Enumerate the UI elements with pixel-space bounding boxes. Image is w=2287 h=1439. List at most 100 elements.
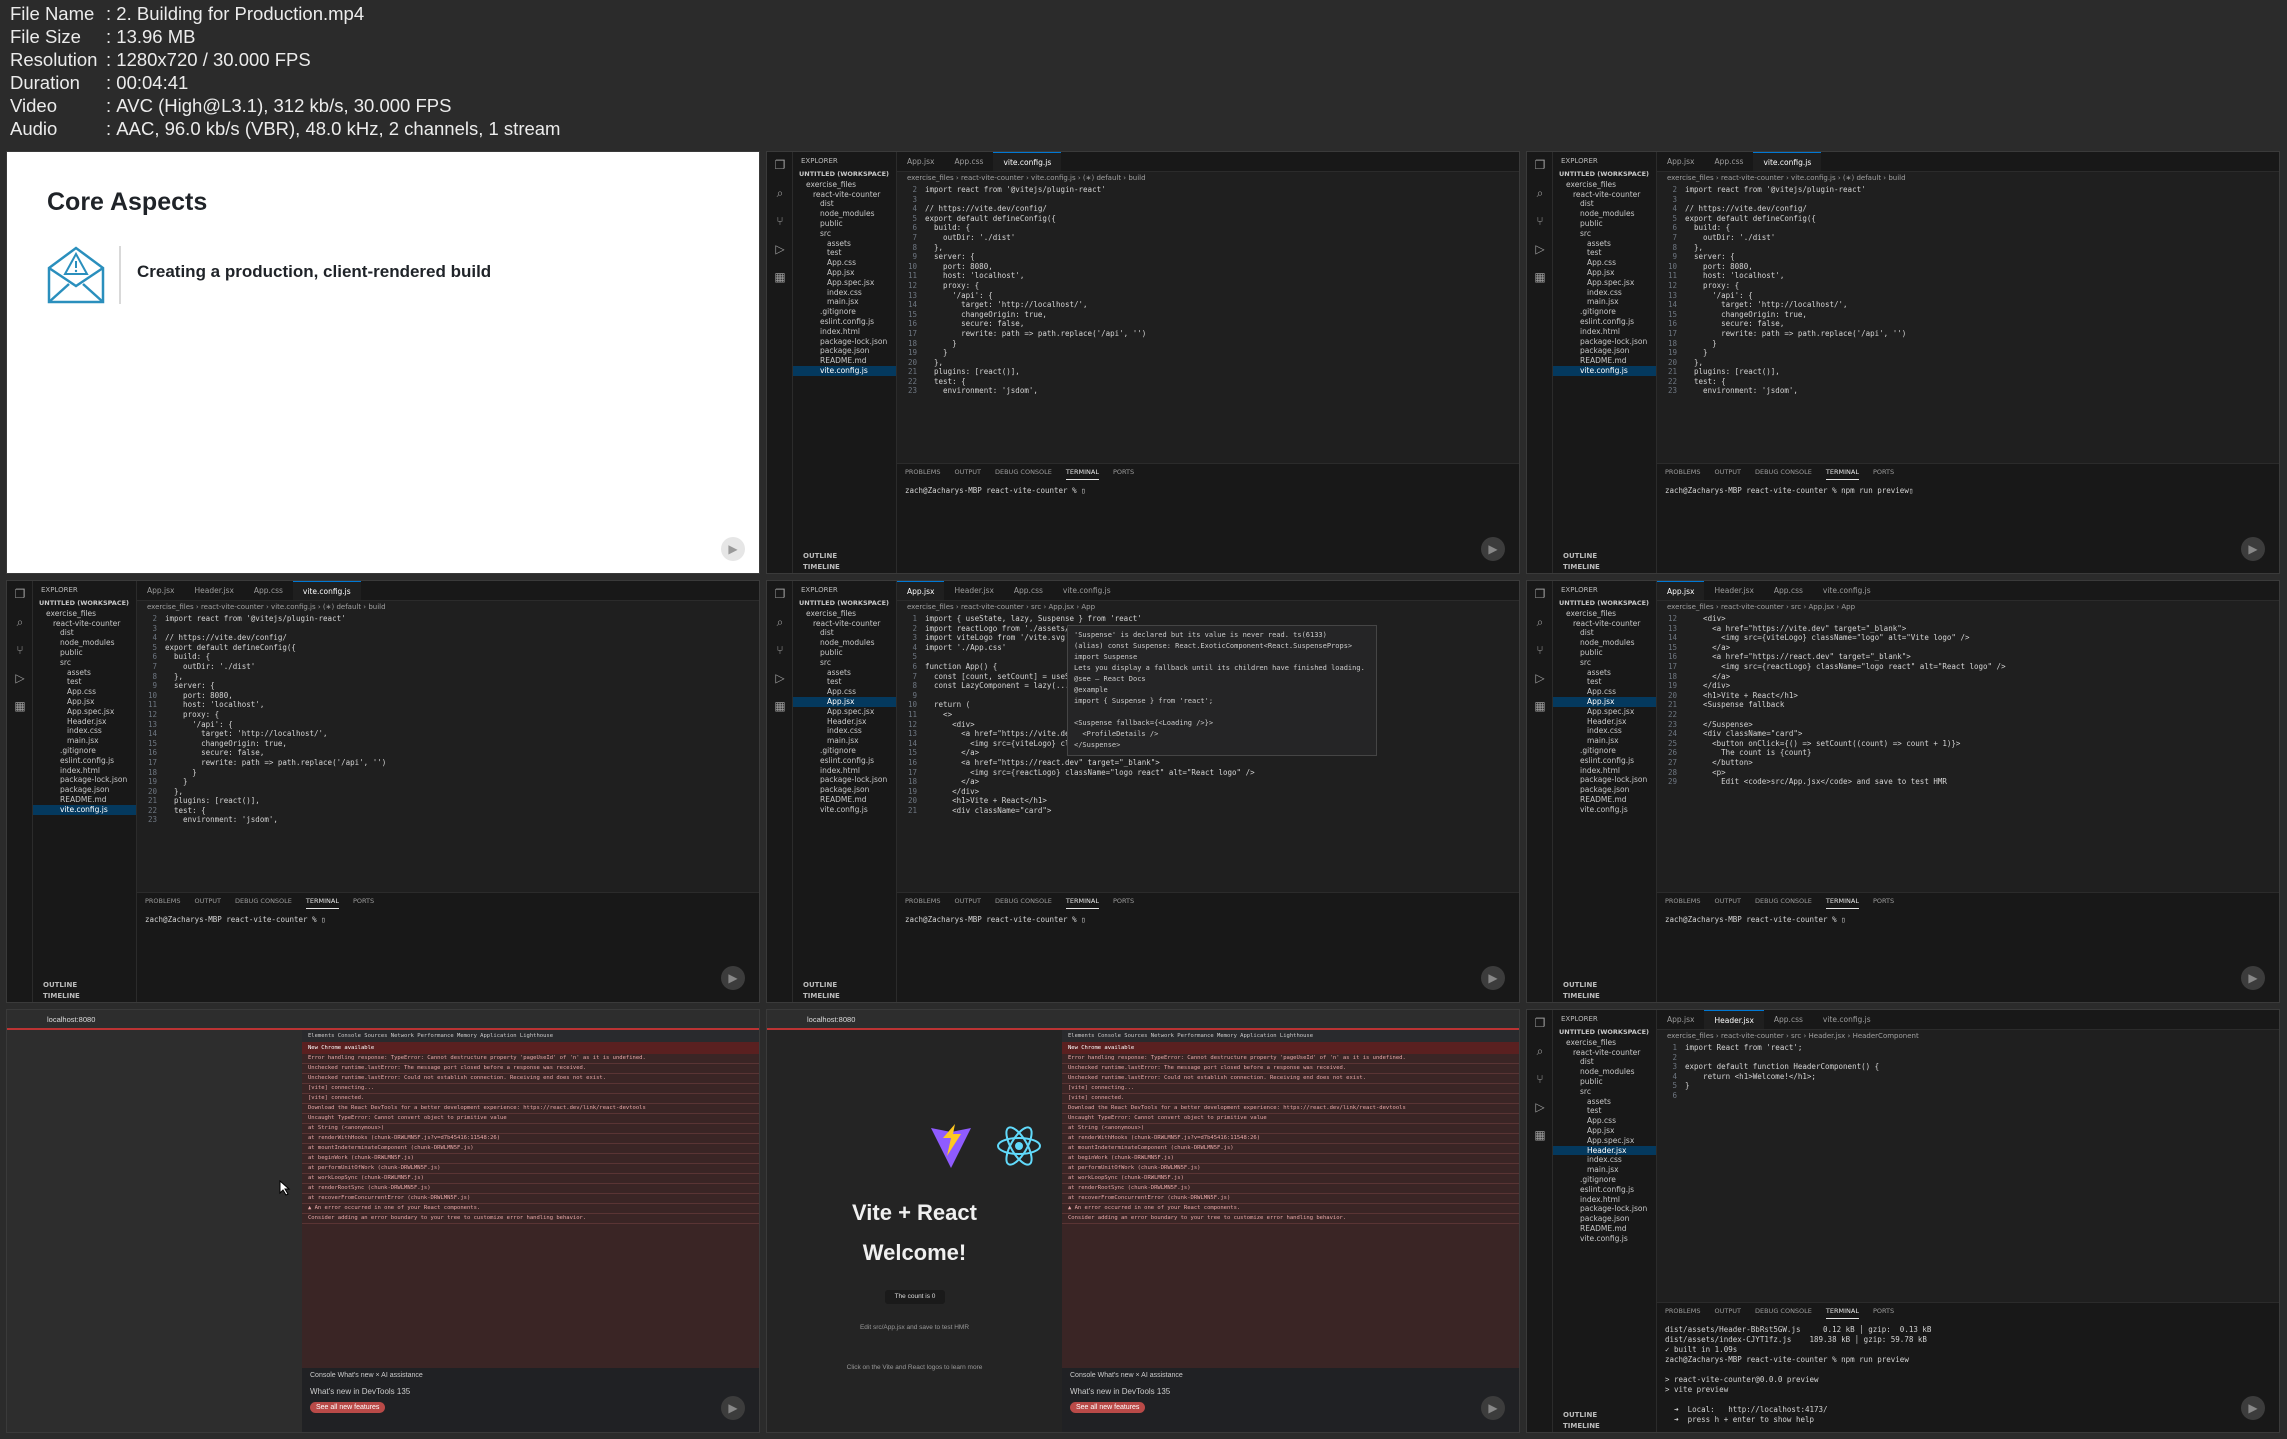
file-tree-item[interactable]: dist bbox=[1553, 1057, 1656, 1067]
file-tree-item[interactable]: package-lock.json bbox=[1553, 775, 1656, 785]
file-tree-item[interactable]: index.css bbox=[1553, 726, 1656, 736]
panel-tab[interactable]: PORTS bbox=[1873, 1303, 1894, 1319]
file-tree-item[interactable]: README.md bbox=[793, 356, 896, 366]
file-tree-item[interactable]: Header.jsx bbox=[33, 717, 136, 727]
code-editor[interactable]: 2 import react from '@vitejs/plugin-react… bbox=[1657, 185, 2279, 465]
panel-tab[interactable]: DEBUG CONSOLE bbox=[1755, 893, 1812, 909]
editor-tab[interactable]: App.jsx bbox=[1657, 581, 1705, 600]
file-tree-item[interactable]: exercise_files bbox=[793, 180, 896, 190]
editor-tab[interactable]: App.jsx bbox=[897, 152, 944, 171]
file-tree-item[interactable]: App.css bbox=[1553, 258, 1656, 268]
file-tree-item[interactable]: node_modules bbox=[1553, 1067, 1656, 1077]
panel-tab[interactable]: DEBUG CONSOLE bbox=[1755, 464, 1812, 480]
source-control-icon[interactable]: ⑂ bbox=[767, 214, 793, 236]
editor-tab[interactable]: App.jsx bbox=[137, 581, 184, 600]
file-tree-item[interactable]: vite.config.js bbox=[33, 804, 136, 815]
file-tree-item[interactable]: index.css bbox=[793, 288, 896, 298]
search-icon[interactable]: ⌕ bbox=[767, 615, 793, 637]
panel-tab[interactable]: TERMINAL bbox=[1065, 464, 1099, 480]
file-tree-item[interactable]: exercise_files bbox=[33, 609, 136, 619]
panel-tab[interactable]: PORTS bbox=[1113, 464, 1134, 480]
terminal-output[interactable]: zach@Zacharys-MBP react-vite-counter % ▯ bbox=[137, 909, 759, 931]
file-tree-item[interactable]: main.jsx bbox=[1553, 736, 1656, 746]
file-tree-item[interactable]: App.jsx bbox=[793, 696, 896, 707]
file-tree-item[interactable]: App.css bbox=[1553, 1116, 1656, 1126]
timeline-section[interactable]: TIMELINE bbox=[1553, 991, 1656, 1001]
panel-tab[interactable]: DEBUG CONSOLE bbox=[995, 893, 1052, 909]
file-tree-item[interactable]: package.json bbox=[1553, 785, 1656, 795]
file-tree-item[interactable]: App.jsx bbox=[1553, 268, 1656, 278]
extensions-icon[interactable]: ▦ bbox=[767, 699, 793, 721]
file-tree-item[interactable]: public bbox=[793, 219, 896, 229]
file-tree-item[interactable]: main.jsx bbox=[33, 736, 136, 746]
editor-tab[interactable]: vite.config.js bbox=[993, 152, 1062, 171]
panel-tab[interactable]: OUTPUT bbox=[954, 464, 981, 480]
file-tree-item[interactable]: Header.jsx bbox=[793, 717, 896, 727]
editor-tab[interactable]: vite.config.js bbox=[1753, 152, 1822, 171]
editor-tab[interactable]: Header.jsx bbox=[944, 581, 1003, 600]
file-tree-item[interactable]: App.css bbox=[1553, 687, 1656, 697]
file-tree-item[interactable]: eslint.config.js bbox=[1553, 317, 1656, 327]
search-icon[interactable]: ⌕ bbox=[1527, 1044, 1553, 1066]
code-editor[interactable]: 2 import react from '@vitejs/plugin-react… bbox=[897, 185, 1519, 465]
extensions-icon[interactable]: ▦ bbox=[7, 699, 33, 721]
file-tree-item[interactable]: public bbox=[33, 648, 136, 658]
file-tree-item[interactable]: App.jsx bbox=[1553, 696, 1656, 707]
file-tree-item[interactable]: public bbox=[793, 648, 896, 658]
file-tree-item[interactable]: .gitignore bbox=[1553, 1175, 1656, 1185]
file-tree-item[interactable]: node_modules bbox=[33, 638, 136, 648]
terminal-output[interactable]: zach@Zacharys-MBP react-vite-counter % n… bbox=[1657, 480, 2279, 502]
file-tree-item[interactable]: public bbox=[1553, 648, 1656, 658]
file-tree-item[interactable]: package.json bbox=[1553, 1214, 1656, 1224]
panel-tab[interactable]: OUTPUT bbox=[194, 893, 221, 909]
panel-tab[interactable]: PORTS bbox=[1873, 464, 1894, 480]
source-control-icon[interactable]: ⑂ bbox=[1527, 214, 1553, 236]
file-tree-item[interactable]: index.html bbox=[793, 327, 896, 337]
player-control-icon[interactable]: ▶ bbox=[2241, 966, 2265, 990]
file-tree-item[interactable]: App.spec.jsx bbox=[793, 707, 896, 717]
file-tree-item[interactable]: assets bbox=[793, 239, 896, 249]
extensions-icon[interactable]: ▦ bbox=[1527, 699, 1553, 721]
editor-tab[interactable]: App.jsx bbox=[1657, 152, 1704, 171]
file-tree-item[interactable]: src bbox=[1553, 229, 1656, 239]
extensions-icon[interactable]: ▦ bbox=[1527, 1128, 1553, 1150]
file-tree-item[interactable]: README.md bbox=[1553, 795, 1656, 805]
file-tree-item[interactable]: eslint.config.js bbox=[793, 317, 896, 327]
file-tree-item[interactable]: test bbox=[793, 677, 896, 687]
code-editor[interactable]: 12 <div> 13 <a href="https://vite.dev" ta… bbox=[1657, 614, 2279, 894]
editor-tab[interactable]: Header.jsx bbox=[1704, 581, 1763, 600]
editor-tab[interactable]: App.css bbox=[944, 152, 993, 171]
panel-tab[interactable]: TERMINAL bbox=[305, 893, 339, 909]
panel-tab[interactable]: TERMINAL bbox=[1825, 893, 1859, 909]
new-chrome-banner[interactable]: New Chrome available bbox=[302, 1042, 759, 1054]
file-tree-item[interactable]: package-lock.json bbox=[793, 775, 896, 785]
workspace-row[interactable]: UNTITLED (WORKSPACE) bbox=[793, 170, 896, 180]
workspace-row[interactable]: UNTITLED (WORKSPACE) bbox=[1553, 1028, 1656, 1038]
panel-tab[interactable]: DEBUG CONSOLE bbox=[235, 893, 292, 909]
panel-tab[interactable]: PORTS bbox=[1113, 893, 1134, 909]
search-icon[interactable]: ⌕ bbox=[767, 186, 793, 208]
file-tree-item[interactable]: test bbox=[1553, 248, 1656, 258]
editor-tab[interactable]: App.css bbox=[1004, 581, 1053, 600]
terminal-output[interactable]: zach@Zacharys-MBP react-vite-counter % ▯ bbox=[897, 480, 1519, 502]
timeline-section[interactable]: TIMELINE bbox=[793, 562, 896, 572]
panel-tab[interactable]: PROBLEMS bbox=[1665, 1303, 1700, 1319]
run-debug-icon[interactable]: ▷ bbox=[767, 671, 793, 693]
file-tree-item[interactable]: index.html bbox=[793, 766, 896, 776]
files-icon[interactable]: ❐ bbox=[1527, 158, 1553, 180]
file-tree-item[interactable]: package.json bbox=[793, 346, 896, 356]
file-tree-item[interactable]: index.html bbox=[1553, 327, 1656, 337]
file-tree-item[interactable]: index.css bbox=[1553, 1155, 1656, 1165]
source-control-icon[interactable]: ⑂ bbox=[767, 643, 793, 665]
browser-address-bar[interactable]: localhost:8080 bbox=[7, 1010, 759, 1030]
file-tree-item[interactable]: src bbox=[793, 658, 896, 668]
terminal-output[interactable]: dist/assets/Header-BbRst5GW.js 0.12 kB │… bbox=[1657, 1319, 2279, 1431]
file-tree-item[interactable]: index.html bbox=[1553, 1195, 1656, 1205]
extensions-icon[interactable]: ▦ bbox=[1527, 270, 1553, 292]
file-tree-item[interactable]: test bbox=[793, 248, 896, 258]
file-tree-item[interactable]: index.css bbox=[793, 726, 896, 736]
workspace-row[interactable]: UNTITLED (WORKSPACE) bbox=[33, 599, 136, 609]
file-tree-item[interactable]: eslint.config.js bbox=[1553, 756, 1656, 766]
outline-section[interactable]: OUTLINE bbox=[33, 980, 136, 990]
file-tree-item[interactable]: README.md bbox=[793, 795, 896, 805]
